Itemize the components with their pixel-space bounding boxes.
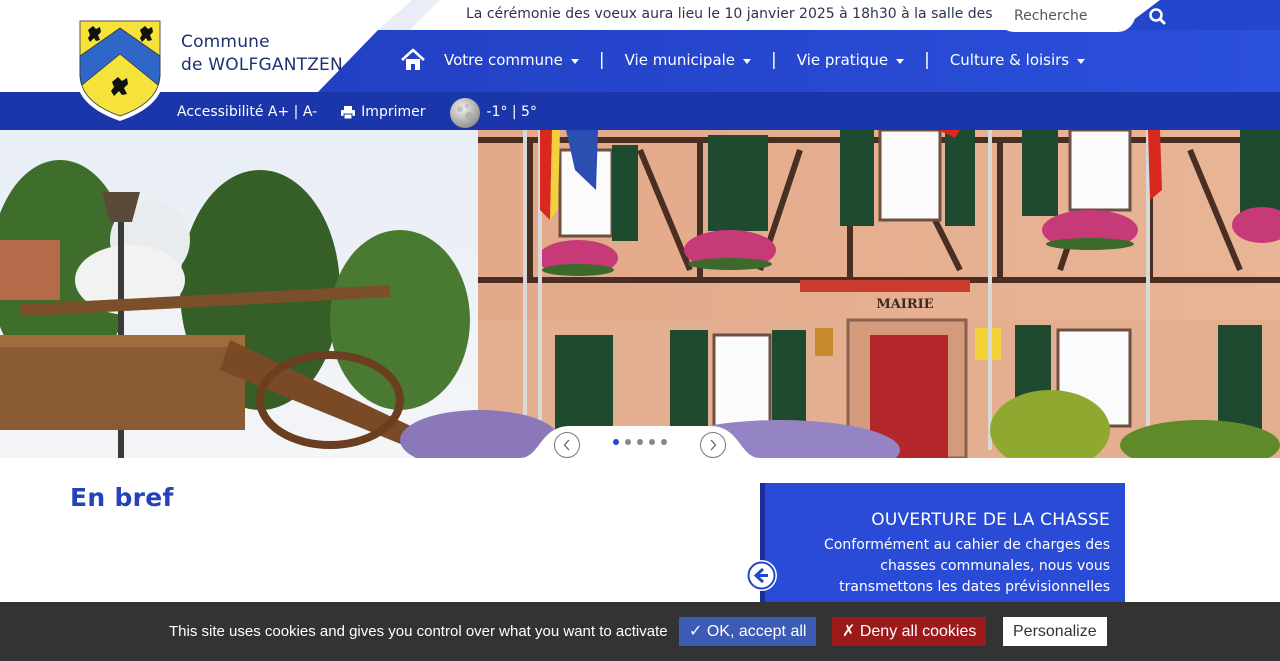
- site-name[interactable]: Commune de WOLFGANTZEN: [181, 31, 343, 77]
- main-navigation: Votre commune | Vie municipale | Vie pra…: [400, 44, 1086, 76]
- nav-label: Votre commune: [444, 51, 563, 69]
- nav-label: Vie pratique: [796, 51, 889, 69]
- news-prev-button[interactable]: [746, 560, 777, 591]
- nav-votre-commune[interactable]: Votre commune: [444, 51, 579, 69]
- slider-dot[interactable]: [625, 439, 631, 445]
- nav-separator: |: [598, 50, 605, 70]
- slider-dot[interactable]: [613, 439, 619, 445]
- chevron-right-icon: [710, 439, 717, 451]
- nav-label: Vie municipale: [624, 51, 736, 69]
- slider-dots: [613, 439, 673, 445]
- search-icon: [1149, 8, 1166, 25]
- cookie-banner: This site uses cookies and gives you con…: [0, 602, 1280, 661]
- site-header: Commune de WOLFGANTZEN La cérémonie des …: [0, 0, 1280, 130]
- slider-controls: [538, 424, 740, 460]
- cookie-message: This site uses cookies and gives you con…: [169, 623, 668, 640]
- deny-cookies-button[interactable]: ✗ Deny all cookies: [832, 617, 987, 646]
- personalize-cookies-button[interactable]: Personalize: [1003, 617, 1107, 646]
- utility-bar: Accessibilité A+ | A- Imprimer -1° | 5°: [177, 97, 537, 128]
- news-title[interactable]: OUVERTURE DE LA CHASSE: [871, 510, 1110, 530]
- search-box: [996, 0, 1136, 32]
- nav-label: Culture & loisirs: [949, 51, 1070, 69]
- accept-cookies-button[interactable]: ✓ OK, accept all: [679, 617, 817, 646]
- caret-down-icon: [743, 58, 752, 64]
- news-excerpt: Conformément au cahier de charges des ch…: [824, 537, 1110, 595]
- search-button[interactable]: [1140, 3, 1174, 29]
- site-name-line2: de WOLFGANTZEN: [181, 55, 343, 75]
- weather-widget: -1° | 5°: [449, 96, 537, 129]
- print-label: Imprimer: [361, 104, 426, 120]
- chevron-left-icon: [563, 439, 570, 451]
- town-hall-photo: MAIRIE: [0, 130, 1280, 458]
- nav-separator: |: [924, 50, 930, 70]
- slider-dot[interactable]: [649, 439, 655, 445]
- building-sign-text: MAIRIE: [876, 297, 933, 312]
- news-card[interactable]: OUVERTURE DE LA CHASSE Conformément au c…: [760, 483, 1125, 608]
- arrow-left-icon: [747, 561, 776, 590]
- moon-icon: [450, 97, 481, 128]
- nav-vie-municipale[interactable]: Vie municipale: [624, 51, 752, 69]
- section-title: En bref: [70, 483, 174, 512]
- slider-dot[interactable]: [637, 439, 643, 445]
- coat-of-arms-icon: [76, 18, 164, 121]
- caret-down-icon: [570, 58, 579, 64]
- home-icon: [401, 48, 425, 70]
- caret-down-icon: [896, 58, 905, 64]
- slider-prev-button[interactable]: [554, 432, 580, 458]
- caret-down-icon: [1077, 58, 1086, 64]
- hero-slider: MAIRIE: [0, 130, 1280, 458]
- printer-icon: [341, 105, 356, 119]
- site-name-line1: Commune: [181, 32, 270, 52]
- temperature-range: -1° | 5°: [486, 104, 537, 120]
- slider-dot[interactable]: [661, 439, 667, 445]
- coat-of-arms-logo[interactable]: [74, 16, 166, 122]
- print-button[interactable]: Imprimer: [341, 104, 425, 120]
- news-ticker[interactable]: La cérémonie des voeux aura lieu le 10 j…: [466, 6, 994, 26]
- nav-separator: |: [771, 50, 777, 70]
- nav-vie-pratique[interactable]: Vie pratique: [796, 51, 905, 69]
- search-input[interactable]: [1014, 6, 1124, 26]
- home-button[interactable]: [400, 47, 426, 73]
- slider-next-button[interactable]: [700, 432, 726, 458]
- nav-culture-loisirs[interactable]: Culture & loisirs: [949, 51, 1086, 69]
- accessibility-controls[interactable]: Accessibilité A+ | A-: [177, 104, 317, 120]
